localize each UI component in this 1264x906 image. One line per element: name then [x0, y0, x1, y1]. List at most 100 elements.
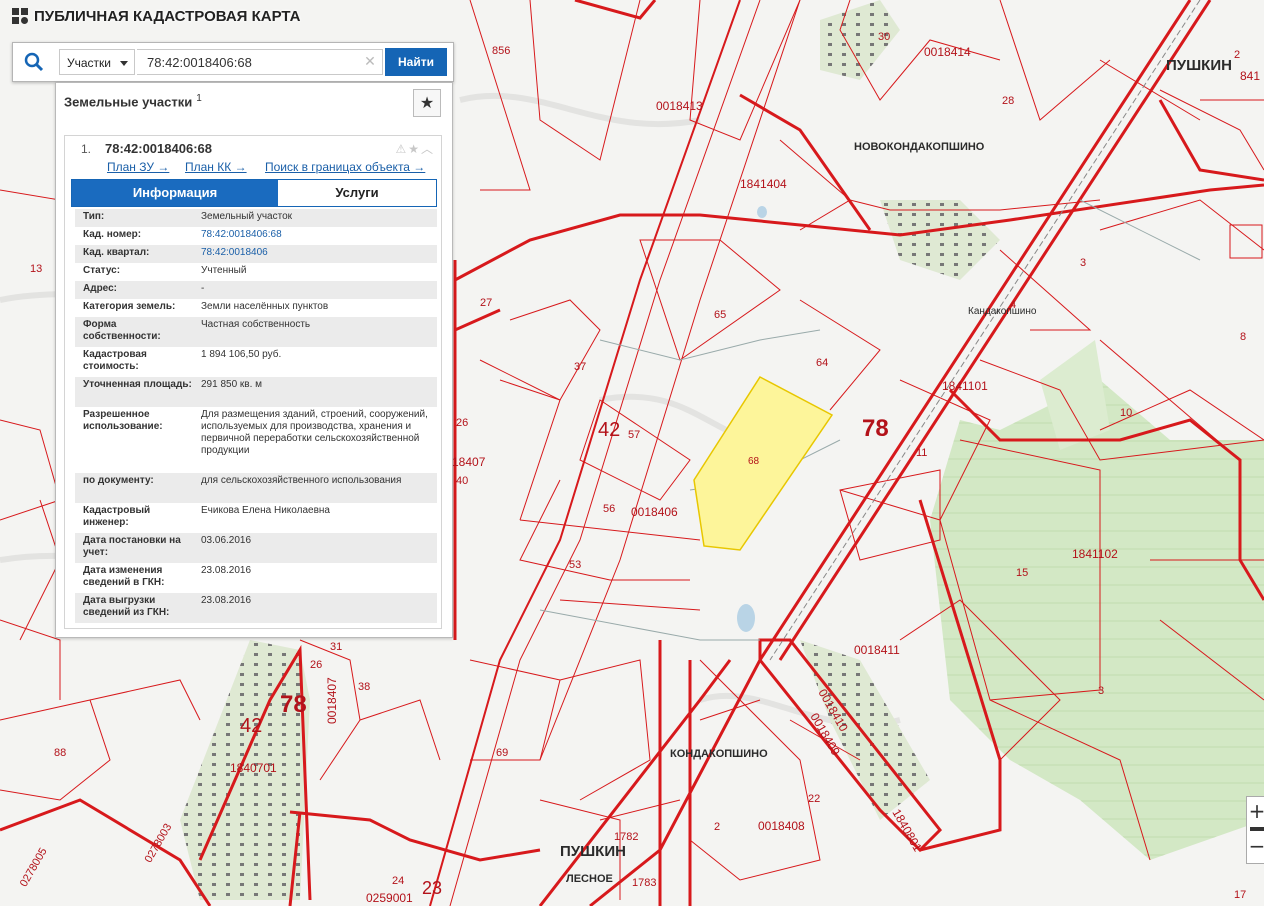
place-label: ЛЕСНОЕ	[566, 873, 613, 885]
parcel-label: 53	[569, 559, 581, 571]
parcel-label: 26	[456, 417, 468, 429]
parcel-label: 40	[456, 475, 468, 487]
search-type-select[interactable]: Участки	[59, 49, 135, 75]
place-label: НОВОКОНДАКОПШИНО	[854, 141, 985, 153]
attr-row: Адрес: -	[75, 281, 437, 299]
clear-icon[interactable]: ✕	[363, 49, 377, 75]
link-plan-zu[interactable]: План ЗУ →	[107, 160, 169, 174]
attr-row: Кад. номер: 78:42:0018406:68	[75, 227, 437, 245]
parcel-label: 0278005	[18, 846, 50, 889]
parcel-label: 30	[878, 31, 890, 43]
attr-value: Частная собственность	[201, 319, 311, 330]
parcel-label: 69	[496, 747, 508, 759]
result-number[interactable]: 78:42:0018406:68	[105, 141, 212, 156]
results-panel: Земельные участки 1 ★ 1. 78:42:0018406:68…	[55, 82, 453, 638]
tab-services[interactable]: Услуги	[278, 180, 436, 206]
zoom-in-button[interactable]: +	[1247, 797, 1264, 825]
attr-key: Статус:	[83, 265, 121, 276]
parcel-label: 27	[480, 297, 492, 309]
chevron-down-icon	[120, 61, 128, 66]
settlement-block	[880, 200, 1000, 280]
parcel-label: 2	[714, 821, 720, 833]
place-label: ПУШКИН	[560, 843, 626, 860]
link-plan-kk[interactable]: План КК →	[185, 160, 247, 174]
link-search-in-bounds[interactable]: Поиск в границах объекта →	[265, 160, 425, 174]
parcel-label: 31	[330, 641, 342, 653]
warning-icon[interactable]: ⚠	[395, 142, 408, 156]
parcel-label: 3	[1098, 685, 1104, 697]
parcel-label: 64	[816, 357, 828, 369]
attr-value-link[interactable]: 78:42:0018406	[201, 247, 433, 259]
place-label: ПУШКИН	[1166, 57, 1232, 74]
panel-title-text: Земельные участки	[64, 94, 193, 110]
parcel-label: 8	[1240, 331, 1246, 343]
star-icon[interactable]: ★	[408, 142, 421, 156]
attr-row: Дата изменения сведений в ГКН: 23.08.2016	[75, 563, 437, 593]
parcel-label: 15	[1016, 567, 1028, 579]
find-button[interactable]: Найти	[385, 48, 447, 76]
attr-value: Ечикова Елена Николаевна	[201, 505, 330, 516]
chevron-up-icon[interactable]: ︿	[421, 142, 435, 156]
parcel-label: 22	[808, 793, 820, 805]
parcel-label: 57	[628, 429, 640, 441]
attr-value: для сельскохозяйственного использования	[201, 475, 402, 486]
parcel-label: 0018406	[631, 505, 678, 519]
parcel-label: 13	[30, 263, 42, 275]
panel-title: Земельные участки 1	[64, 93, 202, 109]
parcel-label: 0259001	[366, 891, 413, 905]
attr-value: Земли населённых пунктов	[201, 301, 329, 312]
parcel-label: 37	[574, 361, 586, 373]
selected-parcel-68[interactable]	[693, 376, 834, 551]
parcel-label: 1841101	[942, 379, 988, 393]
pond	[757, 206, 767, 218]
parcel-label: 1840801	[889, 807, 925, 855]
attr-key: Кадастровый инженер:	[83, 505, 151, 528]
parcel-label: 0018413	[656, 99, 703, 113]
parcel-label: 1841102	[1072, 547, 1118, 561]
parcel-label: 0018407	[325, 677, 339, 724]
parcel-label: 65	[714, 309, 726, 321]
attr-value: Земельный участок	[201, 211, 293, 222]
parcel-label: 841	[1240, 69, 1260, 83]
parcel-label: 1782	[614, 831, 638, 843]
attr-row: Кадастровый инженер: Ечикова Елена Никола…	[75, 503, 437, 533]
district-label: 42	[240, 715, 262, 737]
attr-key: Уточненная площадь:	[83, 379, 192, 390]
parcel-label: 26	[310, 659, 322, 671]
parcel-label: 0018414	[924, 45, 971, 59]
result-card: 1. 78:42:0018406:68 ⚠★︿ План ЗУ → План К…	[64, 135, 442, 629]
attr-value: 1 894 106,50 руб.	[201, 349, 282, 360]
district-label: 78	[862, 415, 889, 442]
result-actions[interactable]: ⚠★︿	[395, 140, 435, 157]
attr-value: Учтенный	[201, 265, 247, 276]
attr-row: Тип: Земельный участок	[75, 209, 437, 227]
attr-row: Категория земель: Земли населённых пункто…	[75, 299, 437, 317]
parcel-label: 23	[422, 878, 442, 898]
attr-value: 23.08.2016	[201, 565, 252, 576]
parcel-label: 10	[1120, 407, 1132, 419]
parcel-label: 17	[1234, 889, 1246, 901]
zoom-out-button[interactable]: −	[1247, 833, 1264, 861]
attr-row: Статус: Учтенный	[75, 263, 437, 281]
app-title: ПУБЛИЧНАЯ КАДАСТРОВАЯ КАРТА	[10, 6, 300, 26]
info-tabs: Информация Услуги	[71, 179, 437, 207]
west-boundaries	[453, 260, 501, 640]
search-icon[interactable]	[21, 50, 47, 74]
tab-information[interactable]: Информация	[72, 180, 278, 206]
logo-icon	[12, 8, 28, 24]
attr-value-link[interactable]: 78:42:0018406:68	[201, 229, 433, 241]
results-count: 1	[196, 93, 202, 104]
attr-row: Дата постановки на учет: 03.06.2016	[75, 533, 437, 563]
attr-value: -	[201, 283, 205, 294]
attr-key: Форма собственности:	[83, 319, 161, 342]
parcel-label: 0278003	[143, 822, 175, 865]
search-input[interactable]: 78:42:0018406:68	[137, 49, 383, 75]
parcel-label: 88	[54, 747, 66, 759]
attr-key: Тип:	[83, 211, 105, 222]
favorites-button[interactable]: ★	[413, 89, 441, 117]
attr-key: Разрешенное использование:	[83, 409, 163, 432]
district-label: 42	[598, 419, 620, 441]
app-title-text: ПУБЛИЧНАЯ КАДАСТРОВАЯ КАРТА	[34, 7, 301, 25]
attr-value: 291 850 кв. м	[201, 379, 263, 390]
parcel-label: 28	[1002, 95, 1014, 107]
